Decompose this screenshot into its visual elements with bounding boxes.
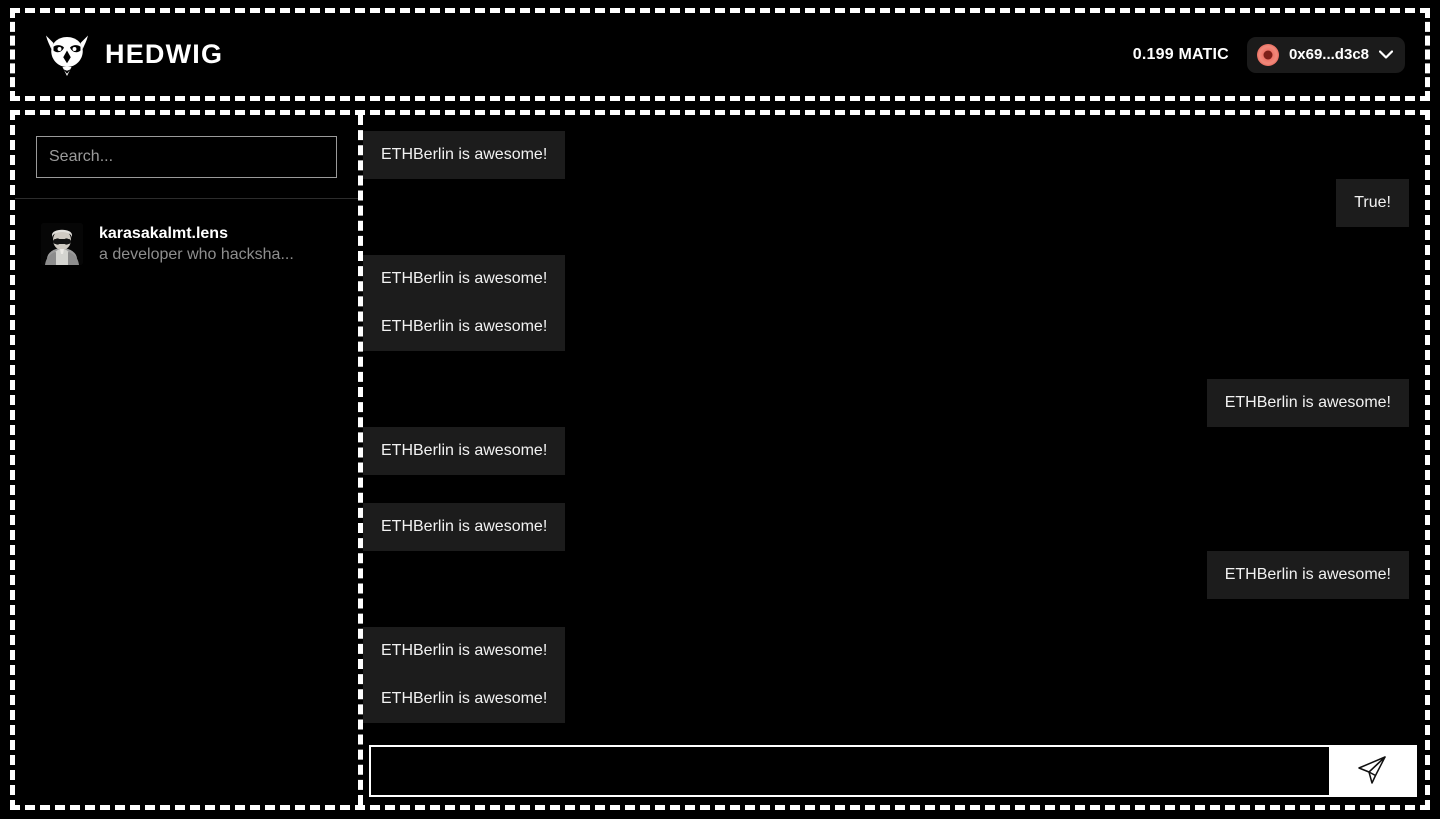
jazzicon-avatar bbox=[1256, 43, 1279, 66]
wallet-address: 0x69...d3c8 bbox=[1288, 46, 1369, 63]
chat-panel: ETHBerlin is awesome! True! ETHBerlin is a… bbox=[363, 115, 1425, 805]
wallet-button[interactable]: 0x69...d3c8 bbox=[1246, 36, 1405, 73]
message-row-left: ETHBerlin is awesome! bbox=[363, 427, 1409, 475]
app-root: HEDWIG 0.199 MATIC 0x69...d3c8 Search...… bbox=[0, 0, 1440, 819]
brand-name: HEDWIG bbox=[105, 39, 224, 69]
message-composer bbox=[369, 745, 1417, 797]
message-row-left: ETHBerlin is awesome! bbox=[363, 255, 1409, 303]
message-bubble[interactable]: ETHBerlin is awesome! bbox=[1206, 379, 1409, 427]
message-bubble[interactable]: ETHBerlin is awesome! bbox=[363, 131, 566, 179]
message-row-left: ETHBerlin is awesome! bbox=[363, 131, 1409, 179]
send-button[interactable] bbox=[1329, 747, 1415, 795]
message-list[interactable]: ETHBerlin is awesome! True! ETHBerlin is a… bbox=[363, 115, 1425, 745]
main-body: karasakalmt.lens a developer who hacksha… bbox=[10, 110, 1430, 810]
search-area bbox=[15, 115, 358, 198]
search-input[interactable] bbox=[36, 136, 337, 178]
message-bubble[interactable]: ETHBerlin is awesome! bbox=[363, 303, 566, 351]
app-header: HEDWIG 0.199 MATIC 0x69...d3c8 bbox=[10, 8, 1430, 101]
contact-text: karasakalmt.lens a developer who hacksha… bbox=[99, 225, 294, 264]
send-paper-plane-icon bbox=[1355, 754, 1389, 788]
contact-photo bbox=[41, 223, 83, 265]
message-row-left: ETHBerlin is awesome! bbox=[363, 675, 1409, 723]
message-row-left: ETHBerlin is awesome! bbox=[363, 303, 1409, 351]
message-bubble[interactable]: True! bbox=[1336, 179, 1409, 227]
contact-list: karasakalmt.lens a developer who hacksha… bbox=[15, 199, 358, 805]
owl-icon bbox=[43, 32, 91, 78]
message-row-left: ETHBerlin is awesome! bbox=[363, 627, 1409, 675]
message-row-right: ETHBerlin is awesome! bbox=[363, 551, 1409, 599]
contact-name: karasakalmt.lens bbox=[99, 224, 228, 242]
contact-subtitle: a developer who hacksha... bbox=[99, 245, 294, 263]
message-input[interactable] bbox=[371, 747, 1329, 795]
message-bubble[interactable]: ETHBerlin is awesome! bbox=[1206, 551, 1409, 599]
message-row-left: ETHBerlin is awesome! bbox=[363, 503, 1409, 551]
message-bubble[interactable]: ETHBerlin is awesome! bbox=[363, 675, 566, 723]
list-item[interactable]: karasakalmt.lens a developer who hacksha… bbox=[15, 213, 358, 275]
message-bubble[interactable]: ETHBerlin is awesome! bbox=[363, 255, 566, 303]
chevron-down-icon[interactable] bbox=[1379, 50, 1393, 59]
message-bubble[interactable]: ETHBerlin is awesome! bbox=[363, 503, 566, 551]
sidebar: karasakalmt.lens a developer who hacksha… bbox=[15, 115, 363, 805]
header-right: 0.199 MATIC 0x69...d3c8 bbox=[1132, 36, 1405, 73]
message-row-right: True! bbox=[363, 179, 1409, 227]
message-bubble[interactable]: ETHBerlin is awesome! bbox=[363, 627, 566, 675]
message-bubble[interactable]: ETHBerlin is awesome! bbox=[363, 427, 566, 475]
message-row-right: ETHBerlin is awesome! bbox=[363, 379, 1409, 427]
brand: HEDWIG bbox=[43, 32, 223, 78]
wallet-balance: 0.199 MATIC bbox=[1132, 45, 1229, 63]
